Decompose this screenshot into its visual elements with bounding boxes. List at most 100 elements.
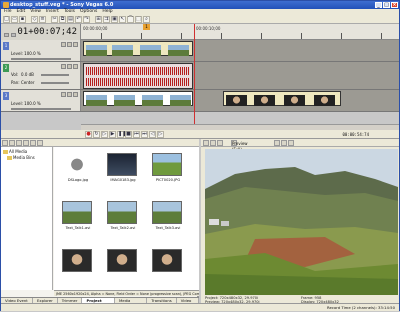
selection-tool-icon[interactable]: ⬚ (135, 15, 142, 23)
clip-thumbnail (170, 95, 191, 106)
copy-icon[interactable]: ⧉ (59, 15, 66, 23)
track-header[interactable]: 2 Vol: 0.0 dB Pan: Center (1, 62, 81, 89)
media-item[interactable]: DSLogo.jpg (58, 151, 98, 187)
media-grid: DSLogo.jpg IMAG0183.jpg PICT0020.JPG Tex… (54, 147, 199, 290)
media-item[interactable] (103, 247, 143, 283)
render-icon[interactable]: ◇ (31, 15, 38, 23)
external-monitor-icon[interactable] (210, 139, 216, 146)
media-info-status: JME 2560x1920x24, Alpha = None, Field Or… (54, 290, 199, 296)
remove-icon[interactable] (23, 140, 29, 146)
record-icon[interactable]: ● (85, 130, 92, 138)
views-icon[interactable] (37, 140, 43, 146)
track-header[interactable]: 1 Level: 100.0 % (1, 40, 81, 61)
media-name: Text_Talk2.avi (110, 226, 136, 230)
lock-icon[interactable]: ▣ (111, 15, 118, 23)
volume-slider[interactable] (41, 74, 69, 76)
mute-icon[interactable] (61, 92, 66, 97)
pause-icon[interactable]: ❚❚ (117, 130, 126, 138)
prev-frame-icon[interactable]: ◁ (149, 130, 156, 138)
project-media-panel: All Media Media Bins DSLogo.jpg IMAG0183… (1, 139, 199, 303)
video-clip[interactable] (83, 41, 193, 56)
properties-icon[interactable]: ≡ (39, 15, 46, 23)
fx-icon[interactable] (73, 92, 78, 97)
folder-icon (3, 150, 8, 154)
track-lane[interactable] (81, 90, 399, 111)
minimize-button[interactable]: _ (375, 2, 382, 8)
media-item[interactable]: Text_Talk3.avi (148, 199, 188, 235)
save-snapshot-icon[interactable] (288, 139, 294, 146)
play-icon[interactable]: ▶ (109, 130, 116, 138)
main-toolbar: □ ▭ ▪ ◇ ≡ ✂ ⧉ ▤ ↶ ↷ ⊞ ⇉ ▣ ↖ ⌒ ⬚ ⌕ (1, 15, 399, 24)
media-item[interactable] (148, 247, 188, 283)
solo-icon[interactable] (67, 42, 72, 47)
save-icon[interactable]: ▪ (19, 15, 26, 23)
media-name: DSLogo.jpg (67, 178, 89, 182)
level-slider[interactable] (11, 108, 71, 110)
zoom-tool-icon[interactable]: ⌕ (143, 15, 150, 23)
fx-icon[interactable] (73, 64, 78, 69)
clip-thumbnail (284, 95, 305, 106)
marker-flag[interactable]: 1 (143, 24, 150, 30)
media-name: IMAG0183.jpg (110, 178, 136, 182)
stop-icon[interactable]: ■ (125, 130, 132, 138)
tree-item-label: Media Bins (13, 155, 35, 160)
go-start-icon[interactable]: ⏮ (133, 130, 140, 138)
title-bar[interactable]: desktop_stuff.veg * - Sony Vegas 6.0 _ □… (1, 1, 399, 9)
track-number: 1 (3, 42, 9, 50)
new-icon[interactable]: □ (3, 15, 10, 23)
media-item[interactable]: PICT0020.JPG (148, 151, 188, 187)
loop-icon[interactable]: ↻ (93, 130, 100, 138)
preview-quality-select[interactable]: Preview (Full) (231, 140, 248, 152)
track-lane[interactable] (81, 40, 399, 61)
capture-icon[interactable] (9, 140, 15, 146)
mute-icon[interactable] (61, 64, 66, 69)
media-item[interactable]: Text_Talk1.avi (58, 199, 98, 235)
pan-value: Center (21, 80, 35, 85)
undo-icon[interactable]: ↶ (75, 15, 82, 23)
open-icon[interactable]: ▭ (11, 15, 18, 23)
get-media-icon[interactable] (16, 140, 22, 146)
level-slider[interactable] (11, 58, 71, 60)
close-button[interactable]: × (391, 2, 398, 8)
solo-icon[interactable] (67, 92, 72, 97)
track-list-icon[interactable] (4, 33, 9, 37)
import-media-icon[interactable] (2, 140, 8, 146)
mute-icon[interactable] (61, 42, 66, 47)
media-item[interactable]: Text_Talk2.avi (103, 199, 143, 235)
track-lane[interactable] (81, 62, 399, 89)
snap-icon[interactable]: ⊞ (95, 15, 102, 23)
tree-item[interactable]: Media Bins (3, 155, 50, 161)
pan-label: Pan: (11, 80, 20, 85)
properties-icon[interactable] (30, 140, 36, 146)
pan-slider[interactable] (41, 82, 69, 84)
solo-icon[interactable] (67, 64, 72, 69)
video-track-1: 1 Level: 100.0 % (1, 40, 399, 62)
fx-icon[interactable] (73, 42, 78, 47)
track-header[interactable]: 3 Level: 100.0 % (1, 90, 81, 111)
edit-tool-icon[interactable]: ↖ (119, 15, 126, 23)
next-frame-icon[interactable]: ▷ (157, 130, 164, 138)
overlays-icon[interactable] (274, 139, 280, 146)
envelope-tool-icon[interactable]: ⌒ (127, 15, 134, 23)
time-ruler[interactable]: 1 00:00:00;00 00:00:10;00 (81, 24, 399, 40)
play-from-start-icon[interactable]: ▷ (101, 130, 108, 138)
track-options-icon[interactable] (11, 33, 16, 37)
audio-clip[interactable] (83, 63, 193, 89)
preview-split-icon[interactable] (217, 139, 223, 146)
preview-properties-icon[interactable] (203, 139, 209, 146)
playhead-cursor[interactable] (194, 24, 195, 124)
waveform (86, 78, 190, 86)
copy-snapshot-icon[interactable] (281, 139, 287, 146)
video-clip[interactable] (83, 91, 193, 106)
paste-icon[interactable]: ▤ (67, 15, 74, 23)
autoripple-icon[interactable]: ⇉ (103, 15, 110, 23)
maximize-button[interactable]: □ (383, 2, 390, 8)
cut-icon[interactable]: ✂ (51, 15, 58, 23)
redo-icon[interactable]: ↷ (83, 15, 90, 23)
go-end-icon[interactable]: ⏭ (141, 130, 148, 138)
preview-frame[interactable] (205, 149, 398, 295)
media-item[interactable] (58, 247, 98, 283)
media-toolbar (1, 139, 199, 147)
video-clip[interactable] (223, 91, 341, 106)
media-item[interactable]: IMAG0183.jpg (103, 151, 143, 187)
